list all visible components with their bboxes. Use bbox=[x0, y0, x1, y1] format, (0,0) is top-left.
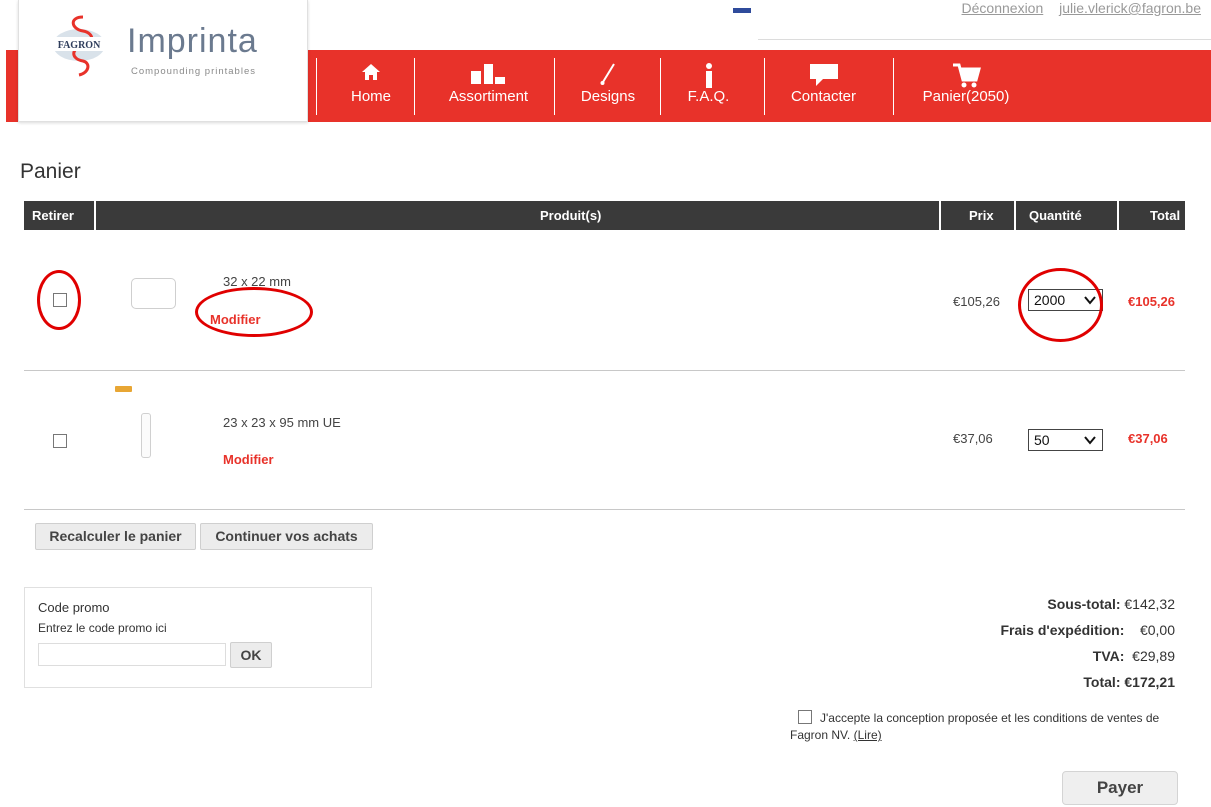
subtotal-line: Sous-total: €142,32 bbox=[1047, 596, 1175, 612]
nav-separator bbox=[414, 58, 415, 115]
header-divider bbox=[94, 201, 96, 230]
table-row: 32 x 22 mm Modifier €105,26 2000 €105,26 bbox=[24, 230, 1185, 371]
header-quantity: Quantité bbox=[1029, 208, 1082, 223]
product-thumbnail bbox=[141, 413, 151, 458]
quantity-value: 50 bbox=[1034, 432, 1050, 448]
grand-total-line: Total: €172,21 bbox=[1083, 674, 1175, 690]
shipping-label: Frais d'expédition: bbox=[1000, 622, 1125, 638]
line-total: €37,06 bbox=[1128, 431, 1168, 446]
brand-mark-text: FAGRON bbox=[58, 40, 101, 51]
vat-value: €29,89 bbox=[1132, 648, 1175, 664]
language-flag-icon[interactable] bbox=[733, 8, 751, 13]
unit-price: €105,26 bbox=[953, 294, 1000, 309]
nav-designs[interactable]: Designs bbox=[568, 50, 648, 122]
terms-read-link[interactable]: (Lire) bbox=[854, 728, 882, 742]
annotation-circle bbox=[195, 287, 313, 337]
continue-shopping-button[interactable]: Continuer vos achats bbox=[200, 523, 373, 550]
logout-link[interactable]: Déconnexion bbox=[962, 0, 1044, 16]
total-label: Total: bbox=[1083, 674, 1121, 690]
promo-code-input[interactable] bbox=[38, 643, 226, 666]
vat-label: TVA: bbox=[1092, 648, 1125, 664]
nav-separator bbox=[893, 58, 894, 115]
nav-separator bbox=[316, 58, 317, 115]
header-product: Produit(s) bbox=[540, 208, 602, 223]
terms-checkbox[interactable] bbox=[798, 710, 812, 724]
header-divider bbox=[1014, 201, 1016, 230]
nav-panier[interactable]: Panier(2050) bbox=[906, 50, 1026, 122]
subtotal-label: Sous-total: bbox=[1047, 596, 1121, 612]
info-icon bbox=[671, 62, 746, 88]
product-thumbnail bbox=[131, 278, 176, 309]
logo-wordmark: Imprinta bbox=[127, 22, 258, 60]
modify-link[interactable]: Modifier bbox=[223, 452, 274, 467]
speech-bubble-icon bbox=[776, 62, 871, 86]
account-bar: Déconnexion julie.vlerick@fagron.be bbox=[758, 0, 1211, 40]
header-divider bbox=[1117, 201, 1119, 230]
nav-faq[interactable]: F.A.Q. bbox=[671, 50, 746, 122]
nav-separator bbox=[764, 58, 765, 115]
page-title: Panier bbox=[20, 160, 81, 183]
vat-line: TVA: €29,89 bbox=[1093, 648, 1175, 664]
promo-ok-button[interactable]: OK bbox=[230, 642, 272, 668]
nav-home[interactable]: Home bbox=[326, 50, 416, 122]
terms-acceptance: J'accepte la conception proposée et les … bbox=[790, 710, 1160, 744]
header-remove: Retirer bbox=[32, 208, 74, 223]
cart-icon bbox=[906, 62, 1026, 88]
nav-assortiment-label: Assortiment bbox=[448, 88, 529, 105]
line-total: €105,26 bbox=[1128, 294, 1175, 309]
logo-tagline: Compounding printables bbox=[131, 66, 256, 77]
pay-button[interactable]: Payer bbox=[1062, 771, 1178, 805]
nav-separator bbox=[660, 58, 661, 115]
nav-faq-label: F.A.Q. bbox=[687, 88, 730, 105]
assortment-icon bbox=[426, 62, 551, 86]
shipping-value: €0,00 bbox=[1139, 622, 1175, 638]
annotation-circle bbox=[1018, 268, 1103, 342]
nav-separator bbox=[554, 58, 555, 115]
cart-table-header: Retirer Produit(s) Prix Quantité Total bbox=[24, 201, 1185, 230]
unit-price: €37,06 bbox=[953, 431, 993, 446]
remove-checkbox[interactable] bbox=[53, 434, 67, 448]
shipping-line: Frais d'expédition: €0,00 bbox=[1000, 622, 1175, 638]
header-price: Prix bbox=[969, 208, 994, 223]
chevron-down-icon bbox=[1084, 436, 1096, 445]
nav-contacter[interactable]: Contacter bbox=[776, 50, 871, 122]
logo[interactable]: FAGRON Imprinta Compounding printables bbox=[18, 0, 308, 122]
terms-text: J'accepte la conception proposée et les … bbox=[790, 711, 1160, 742]
header-divider bbox=[939, 201, 941, 230]
recalculate-button[interactable]: Recalculer le panier bbox=[35, 523, 196, 550]
total-value: €172,21 bbox=[1124, 674, 1175, 690]
product-cap-icon bbox=[115, 386, 132, 392]
home-icon bbox=[326, 62, 416, 86]
nav-assortiment[interactable]: Assortiment bbox=[426, 50, 551, 122]
product-name: 23 x 23 x 95 mm UE bbox=[223, 415, 341, 430]
annotation-circle bbox=[37, 270, 81, 330]
table-row: 23 x 23 x 95 mm UE Modifier €37,06 50 €3… bbox=[24, 371, 1185, 510]
fagron-emblem-icon: FAGRON bbox=[53, 15, 105, 77]
promo-hint: Entrez le code promo ici bbox=[38, 621, 167, 635]
nav-home-label: Home bbox=[350, 88, 391, 105]
subtotal-value: €142,32 bbox=[1124, 596, 1175, 612]
brush-icon bbox=[568, 62, 648, 86]
user-email-link[interactable]: julie.vlerick@fagron.be bbox=[1059, 0, 1201, 16]
promo-code-box: Code promo Entrez le code promo ici OK bbox=[24, 587, 372, 688]
nav-contacter-label: Contacter bbox=[790, 88, 857, 105]
account-links: Déconnexion julie.vlerick@fagron.be bbox=[950, 0, 1201, 16]
nav-panier-label: Panier(2050) bbox=[922, 88, 1010, 105]
promo-title: Code promo bbox=[38, 600, 110, 615]
quantity-select[interactable]: 50 bbox=[1028, 429, 1103, 451]
header-total: Total bbox=[1150, 208, 1181, 223]
nav-designs-label: Designs bbox=[580, 88, 636, 105]
